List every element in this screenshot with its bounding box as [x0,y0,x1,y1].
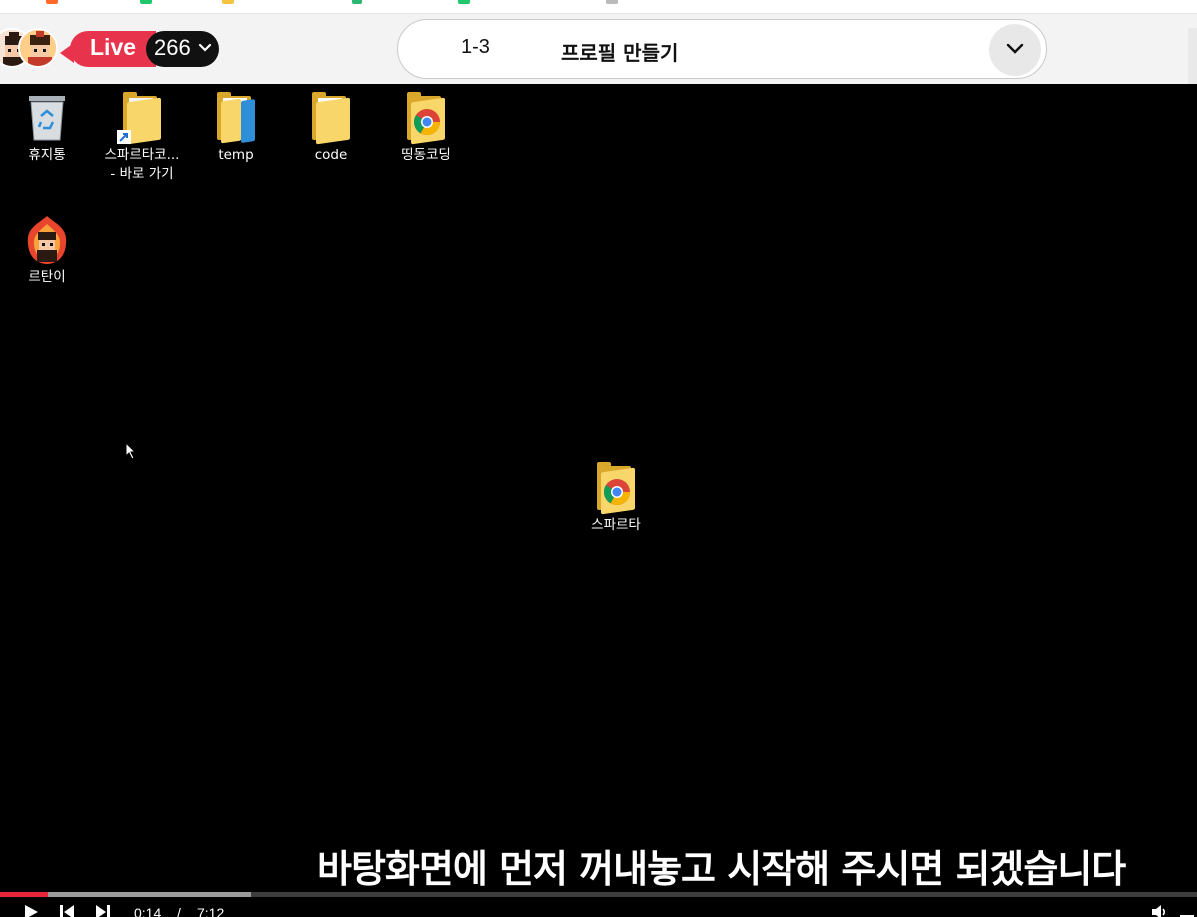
volume-icon[interactable] [1150,903,1168,917]
video-duration: 7:12 [197,905,225,917]
skip-next-icon[interactable] [94,903,112,917]
desktop-icon-label: 르탄이 [28,269,66,285]
live-viewers-badge[interactable]: Live 266 [60,31,220,67]
lesson-dropdown-button[interactable] [989,24,1041,76]
chevron-down-icon[interactable] [198,43,212,53]
lesson-selector[interactable]: 1-3 프로필 만들기 [397,19,1047,79]
desktop-icon-rtan[interactable]: 르탄이 [1,214,93,287]
video-controls: 0:14 / 7:12 [0,897,1197,917]
avatar-character-icon [20,30,56,66]
play-icon[interactable] [22,903,40,917]
bookmark-favicon[interactable] [458,0,470,4]
recycle-bin-icon [22,92,72,144]
bookmark-favicon[interactable] [46,0,58,4]
live-label: Live [90,34,137,60]
time-separator: / [177,905,181,917]
folder-icon [211,92,261,144]
desktop-icon-code[interactable]: code [285,92,377,165]
bookmarks-bar [0,0,1197,14]
folder-shortcut-icon [117,92,167,145]
video-desktop-frame[interactable]: 휴지통 스파르타코... - 바로 가기 temp code 띵동코딩 르탄이 … [0,84,1197,890]
avatar [18,28,58,68]
desktop-icon-label: 휴지통 [28,147,66,163]
course-header: Live 266 1-3 프로필 만들기 [0,14,1197,98]
desktop-icon-label: 띵동코딩 [401,147,451,163]
bookmark-favicon[interactable] [222,0,234,4]
chevron-down-icon [1006,43,1024,54]
video-subtitle: 바탕화면에 먼저 꺼내놓고 시작해 주시면 되겠습니다 [317,847,1126,891]
skip-previous-icon[interactable] [58,903,76,917]
bookmark-favicon[interactable] [606,0,618,4]
desktop-icon-label-line2: - 바로 가기 [110,166,174,182]
viewer-count: 266 [154,35,191,60]
volume-slider[interactable] [1180,903,1194,917]
desktop-icon-label: temp [218,147,254,163]
instructor-avatars [0,28,58,72]
lesson-title: 프로필 만들기 [561,41,679,65]
desktop-icon-label: 스파르타코... [104,147,180,163]
desktop-icon-dingdong-coding[interactable]: 띵동코딩 [380,92,472,165]
mouse-cursor-icon [125,442,137,460]
desktop-icon-sparta[interactable]: 스파르타 [570,462,662,535]
current-time: 0:14 [134,905,162,917]
desktop-icon-sparta-shortcut[interactable]: 스파르타코... - 바로 가기 [96,92,188,184]
bookmark-favicon[interactable] [352,0,362,4]
lesson-number: 1-3 [461,36,490,58]
desktop-icon-recycle-bin[interactable]: 휴지통 [1,92,93,165]
desktop-icon-temp[interactable]: temp [190,92,282,165]
folder-icon [306,92,356,145]
chrome-folder-icon [591,462,641,515]
rtan-mascot-icon [22,214,72,266]
chrome-folder-icon [401,92,451,145]
desktop-icon-label: code [314,147,348,163]
bookmark-favicon[interactable] [140,0,152,4]
desktop-icon-label: 스파르타 [591,517,641,533]
